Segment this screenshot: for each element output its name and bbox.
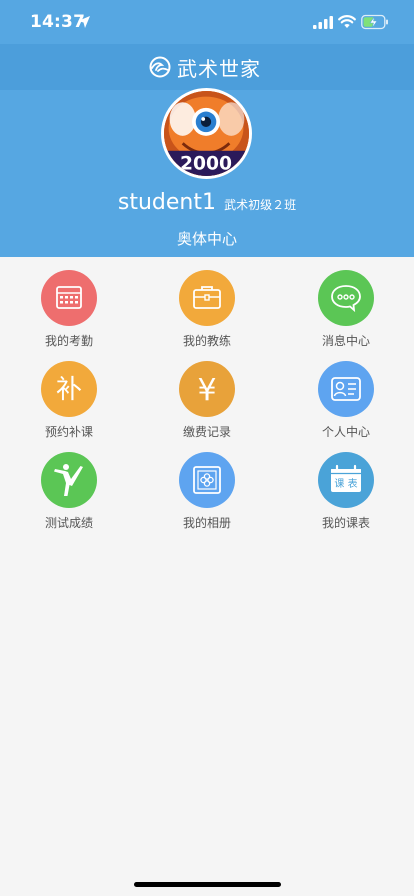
status-bar: 14:37 [0,0,414,44]
menu-label: 我的相册 [182,516,231,530]
menu-label: 我的课表 [321,516,370,530]
svg-text:2000: 2000 [180,153,232,174]
svg-text:补: 补 [56,375,82,405]
photo-album-icon [179,452,235,508]
training-center-name: 奥体中心 [176,230,237,248]
menu-item-photo-album[interactable]: 我的相册 [157,452,257,542]
menu-label: 预约补课 [44,425,93,439]
menu-item-test-scores[interactable]: 测试成绩 [19,452,119,542]
id-card-icon [318,361,374,417]
menu-label: 个人中心 [321,425,370,439]
menu-item-messages[interactable]: 消息中心 [296,270,396,360]
profile-line: student1 武术初级２班 [0,190,414,215]
briefcase-icon [179,270,235,326]
chat-bubble-icon [318,270,374,326]
menu-label: 我的教练 [182,334,231,348]
menu-item-coach[interactable]: 我的教练 [157,270,257,360]
martial-kick-icon [41,452,97,508]
svg-text:¥: ¥ [197,373,216,408]
class-name: 武术初级２班 [224,198,297,212]
menu-item-payment-records[interactable]: ¥ 缴费记录 [157,361,257,451]
menu-item-personal-center[interactable]: 个人中心 [296,361,396,451]
app-logo-icon [149,56,171,78]
battery-charging-icon [361,14,388,30]
home-indicator[interactable] [134,882,281,887]
menu-item-schedule[interactable]: 课 表 我的课表 [296,452,396,542]
menu-label: 缴费记录 [182,425,231,439]
svg-text:课 表: 课 表 [334,477,357,490]
schedule-icon: 课 表 [318,452,374,508]
profile-header: 14:37 武术世家 2000 student1 武术初级２班 奥体中心 [0,0,414,257]
attendance-calendar-icon [41,270,97,326]
yen-icon: ¥ [179,361,235,417]
nav-bar: 武术世家 [0,44,414,90]
menu-label: 我的考勤 [44,334,93,348]
menu-item-makeup-class[interactable]: 补 预约补课 [19,361,119,451]
cellular-signal-icon [313,16,333,29]
wifi-icon [338,15,356,28]
avatar-fish-image: 2000 [164,91,249,176]
menu-label: 消息中心 [321,334,370,348]
makeup-class-icon: 补 [41,361,97,417]
location-arrow-icon [78,16,90,28]
app-title: 武术世家 [177,57,261,81]
menu-item-attendance[interactable]: 我的考勤 [19,270,119,360]
avatar[interactable]: 2000 [161,88,252,179]
username: student1 [117,190,216,215]
menu-label: 测试成绩 [44,516,93,530]
